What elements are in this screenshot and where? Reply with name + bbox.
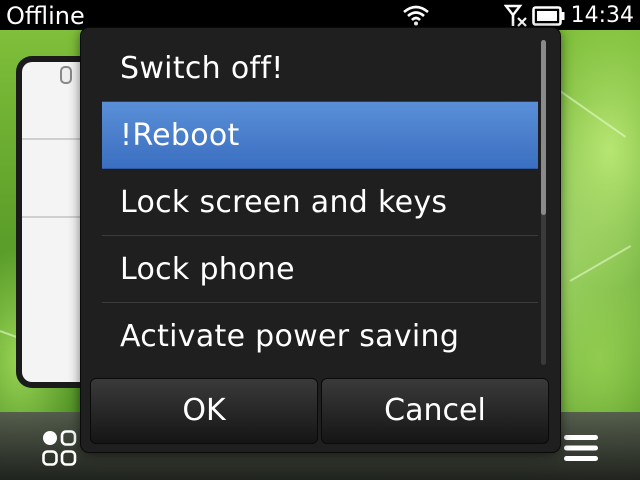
widget-pin-icon — [60, 66, 72, 84]
menu-item-label: Switch off! — [120, 51, 284, 86]
menu-item-label: Lock phone — [120, 252, 295, 287]
menu-item-lock-screen-keys[interactable]: Lock screen and keys — [102, 169, 538, 236]
operator-name: Offline — [6, 2, 85, 30]
leaf-vein — [569, 245, 632, 282]
ok-button[interactable]: OK — [90, 378, 318, 444]
menu-item-switch-off[interactable]: Switch off! — [102, 35, 538, 102]
wifi-icon — [402, 4, 430, 30]
options-menu-icon[interactable] — [564, 434, 598, 466]
power-options-list: Switch off! !Reboot Lock screen and keys… — [102, 35, 538, 370]
leaf-vein — [559, 90, 627, 138]
menu-item-power-saving[interactable]: Activate power saving — [102, 303, 538, 370]
menu-item-reboot[interactable]: !Reboot — [102, 102, 538, 169]
menu-item-label: Activate power saving — [120, 319, 460, 354]
cancel-button[interactable]: Cancel — [321, 378, 549, 444]
menu-item-label: Lock screen and keys — [120, 185, 448, 220]
menu-item-lock-phone[interactable]: Lock phone — [102, 236, 538, 303]
battery-icon — [532, 6, 566, 30]
scrollbar-thumb[interactable] — [541, 40, 546, 215]
status-bar: Offline 14:34 — [0, 0, 640, 30]
menu-item-label: !Reboot — [120, 118, 240, 153]
apps-grid-icon[interactable] — [42, 430, 78, 470]
clock: 14:34 — [570, 3, 634, 28]
